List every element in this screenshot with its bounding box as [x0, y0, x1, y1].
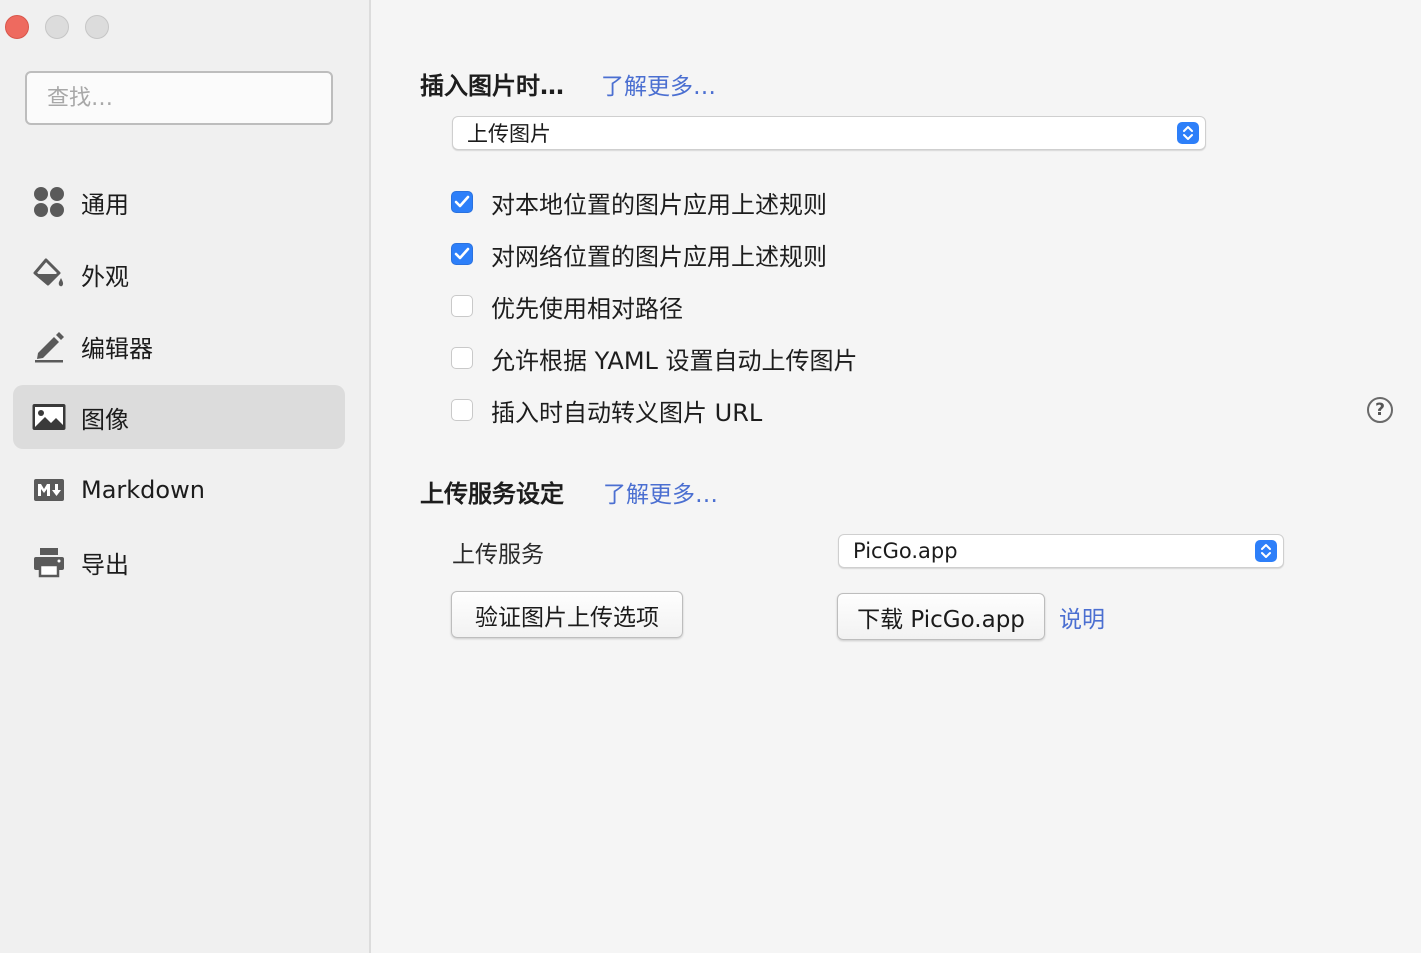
checkbox-escape-url[interactable]	[451, 399, 473, 421]
upload-service-select[interactable]: PicGo.app	[838, 534, 1284, 568]
pencil-icon	[31, 328, 67, 364]
option-yaml-upload[interactable]: 允许根据 YAML 设置自动上传图片	[451, 343, 858, 375]
sidebar-item-general[interactable]: 通用	[13, 170, 345, 234]
paint-bucket-icon	[31, 256, 67, 292]
option-label: 对本地位置的图片应用上述规则	[491, 190, 827, 219]
upload-service-label: 上传服务	[452, 542, 544, 568]
option-escape-url[interactable]: 插入时自动转义图片 URL	[451, 395, 763, 427]
option-label: 允许根据 YAML 设置自动上传图片	[491, 346, 858, 375]
help-button[interactable]: ?	[1367, 397, 1393, 423]
checkmark-icon	[454, 195, 470, 208]
upload-learn-more-link[interactable]: 了解更多…	[603, 475, 718, 509]
image-settings-panel: 插入图片时… 了解更多… 上传图片 对本地位置的图片应用上述规则 对网络位置的图…	[371, 0, 1421, 953]
option-relative-path[interactable]: 优先使用相对路径	[451, 291, 683, 323]
select-arrows-icon	[1177, 122, 1199, 144]
image-icon	[31, 399, 67, 435]
sidebar-item-label: Markdown	[81, 476, 205, 504]
sidebar-item-appearance[interactable]: 外观	[13, 242, 345, 306]
option-label: 优先使用相对路径	[491, 294, 683, 323]
minimize-window-button[interactable]	[45, 15, 69, 39]
upload-service-value: PicGo.app	[853, 539, 958, 563]
select-arrows-icon	[1255, 540, 1277, 562]
insert-action-value: 上传图片	[467, 122, 551, 146]
printer-icon	[31, 544, 67, 580]
markdown-icon	[31, 472, 67, 508]
sidebar-item-label: 通用	[81, 190, 129, 219]
sidebar-item-markdown[interactable]: Markdown	[13, 458, 345, 522]
preferences-window: 通用 外观 编辑器	[0, 0, 1421, 953]
insert-image-heading: 插入图片时…	[420, 72, 564, 100]
sidebar-item-label: 外观	[81, 262, 129, 291]
maximize-window-button[interactable]	[85, 15, 109, 39]
upload-service-heading: 上传服务设定	[420, 480, 564, 508]
checkbox-yaml-upload[interactable]	[451, 347, 473, 369]
download-picgo-button[interactable]: 下载 PicGo.app	[837, 593, 1045, 640]
verify-upload-button[interactable]: 验证图片上传选项	[451, 591, 683, 638]
insert-learn-more-link[interactable]: 了解更多…	[601, 67, 716, 101]
grid-icon	[31, 184, 67, 220]
option-local-images[interactable]: 对本地位置的图片应用上述规则	[451, 187, 827, 219]
sidebar-item-label: 图像	[81, 405, 129, 434]
sidebar-item-image[interactable]: 图像	[13, 385, 345, 449]
checkbox-network-images[interactable]	[451, 243, 473, 265]
insert-action-select[interactable]: 上传图片	[452, 116, 1206, 150]
option-label: 插入时自动转义图片 URL	[491, 398, 763, 427]
checkbox-local-images[interactable]	[451, 191, 473, 213]
checkbox-relative-path[interactable]	[451, 295, 473, 317]
option-label: 对网络位置的图片应用上述规则	[491, 242, 827, 271]
sidebar-item-label: 导出	[81, 550, 129, 579]
explain-link[interactable]: 说明	[1059, 600, 1105, 634]
sidebar-item-export[interactable]: 导出	[13, 530, 345, 594]
search-input[interactable]	[25, 71, 333, 125]
close-window-button[interactable]	[5, 15, 29, 39]
sidebar: 通用 外观 编辑器	[0, 0, 371, 953]
help-icon: ?	[1375, 400, 1385, 420]
checkmark-icon	[454, 247, 470, 260]
option-network-images[interactable]: 对网络位置的图片应用上述规则	[451, 239, 827, 271]
sidebar-item-label: 编辑器	[81, 334, 153, 363]
sidebar-item-editor[interactable]: 编辑器	[13, 314, 345, 378]
